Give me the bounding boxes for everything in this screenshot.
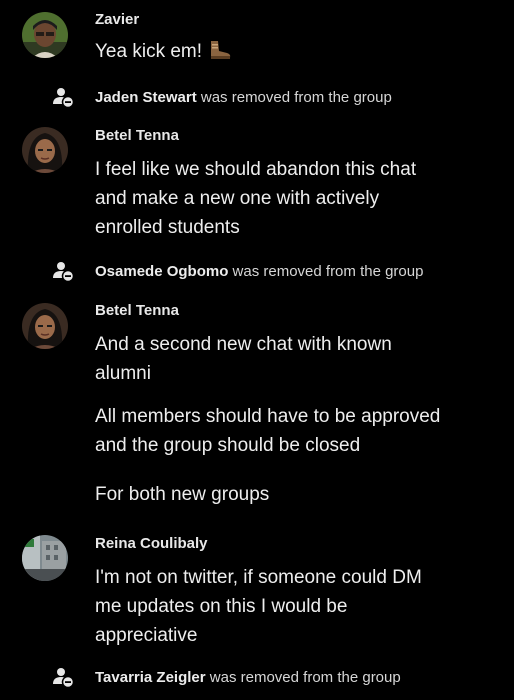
message-text-line: me updates on this I would be bbox=[95, 596, 348, 617]
message-text-line: and the group should be closed bbox=[95, 435, 361, 456]
member-removed-icon bbox=[52, 86, 75, 109]
message-text-line: For both new groups bbox=[95, 484, 270, 505]
system-action: was removed from the group bbox=[205, 668, 401, 686]
system-action: was removed from the group bbox=[228, 262, 424, 280]
message-text-line: And a second new chat with known bbox=[95, 334, 392, 355]
avatar-zavier[interactable] bbox=[22, 12, 68, 58]
message-text: And a second new chat with known alumni bbox=[95, 330, 505, 388]
boot-icon bbox=[208, 39, 232, 70]
message-text: All members should have to be approved a… bbox=[95, 402, 505, 460]
avatar-reina-coulibaly[interactable] bbox=[22, 535, 68, 581]
message-text-line: All members should have to be approved bbox=[95, 406, 441, 427]
message-text: Yea kick em! bbox=[95, 37, 505, 70]
system-notice-text: Jaden Stewart was removed from the group bbox=[95, 89, 392, 106]
message-text-line: enrolled students bbox=[95, 217, 240, 238]
group-chat-thread: Zavier Yea kick em! Jaden Stewart was re… bbox=[0, 0, 514, 700]
sender-name: Betel Tenna bbox=[95, 127, 179, 144]
system-notice-text: Tavarria Zeigler was removed from the gr… bbox=[95, 669, 401, 686]
member-name[interactable]: Osamede Ogbomo bbox=[95, 263, 228, 280]
message-text-line: and make a new one with actively bbox=[95, 188, 380, 209]
system-notice: Tavarria Zeigler was removed from the gr… bbox=[52, 666, 401, 689]
member-removed-icon bbox=[52, 260, 75, 283]
message-text-line: appreciative bbox=[95, 625, 198, 646]
member-removed-icon bbox=[52, 666, 75, 689]
member-name[interactable]: Jaden Stewart bbox=[95, 89, 197, 106]
system-notice-text: Osamede Ogbomo was removed from the grou… bbox=[95, 263, 423, 280]
message-text-line: Yea kick em! bbox=[95, 41, 203, 62]
member-name[interactable]: Tavarria Zeigler bbox=[95, 669, 206, 686]
system-action: was removed from the group bbox=[196, 88, 392, 106]
message-text-line: I feel like we should abandon this chat bbox=[95, 159, 417, 180]
message-text: I feel like we should abandon this chat … bbox=[95, 155, 505, 242]
system-notice: Osamede Ogbomo was removed from the grou… bbox=[52, 260, 423, 283]
sender-name: Zavier bbox=[95, 11, 140, 28]
message-text-line: alumni bbox=[95, 363, 151, 384]
message-text: I'm not on twitter, if someone could DM … bbox=[95, 563, 505, 650]
sender-name: Reina Coulibaly bbox=[95, 535, 208, 552]
avatar-betel-tenna[interactable] bbox=[22, 303, 68, 349]
avatar-betel-tenna[interactable] bbox=[22, 127, 68, 173]
sender-name: Betel Tenna bbox=[95, 302, 179, 319]
message-text-line: I'm not on twitter, if someone could DM bbox=[95, 567, 422, 588]
system-notice: Jaden Stewart was removed from the group bbox=[52, 86, 392, 109]
message-text: For both new groups bbox=[95, 480, 505, 509]
